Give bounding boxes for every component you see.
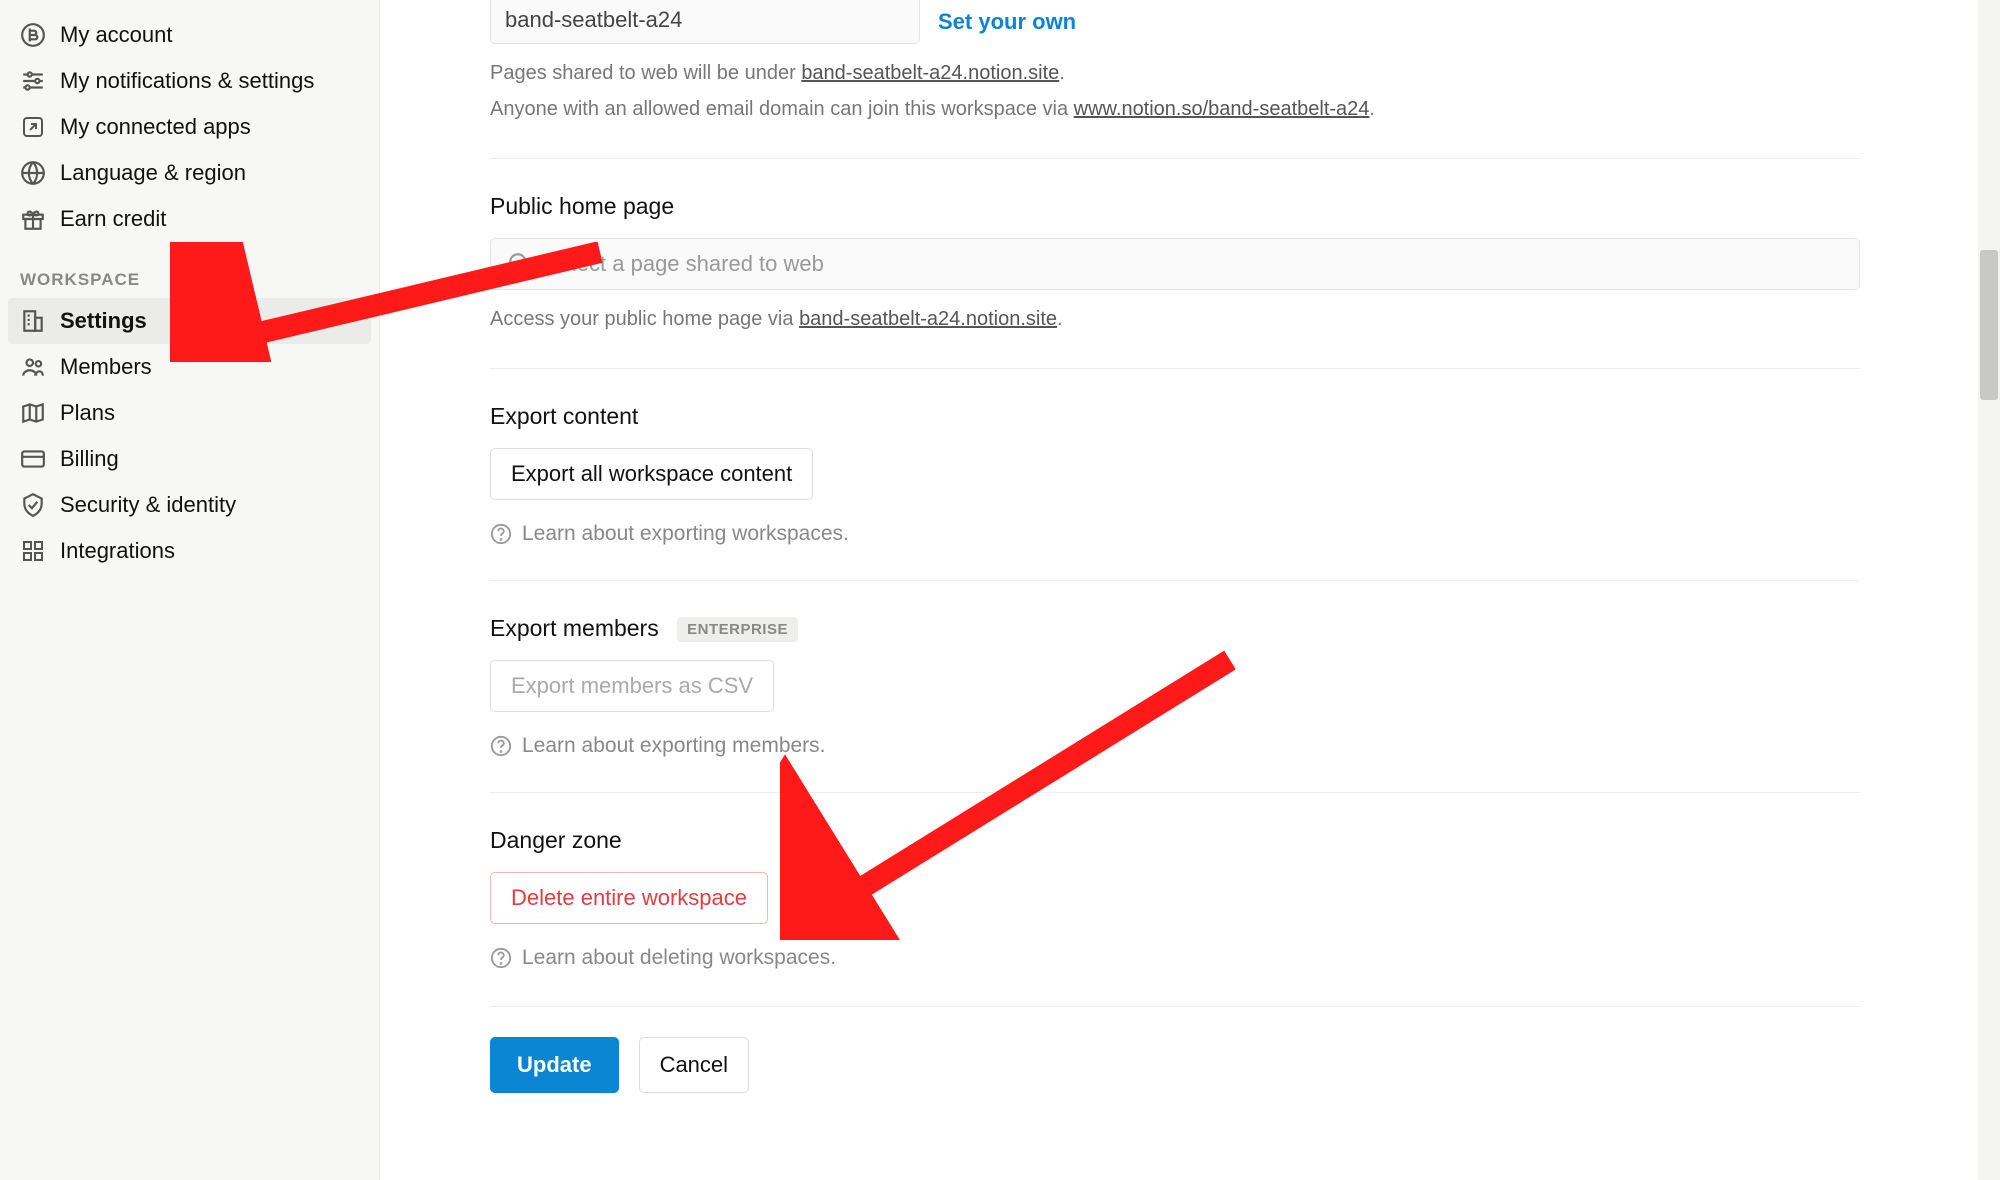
export-members-button[interactable]: Export members as CSV	[490, 660, 774, 712]
sidebar-item-security[interactable]: Security & identity	[8, 482, 371, 528]
export-content-heading: Export content	[490, 403, 1860, 430]
export-content-button[interactable]: Export all workspace content	[490, 448, 813, 500]
account-icon	[20, 22, 46, 48]
enterprise-badge: ENTERPRISE	[677, 617, 798, 642]
sidebar-item-label: Earn credit	[60, 206, 166, 232]
globe-icon	[20, 160, 46, 186]
export-members-help[interactable]: Learn about exporting members.	[490, 734, 1860, 758]
gift-icon	[20, 206, 46, 232]
sidebar-item-notifications[interactable]: My notifications & settings	[8, 58, 371, 104]
sidebar-item-settings[interactable]: Settings	[8, 298, 371, 344]
danger-help[interactable]: Learn about deleting workspaces.	[490, 946, 1860, 970]
cancel-button[interactable]: Cancel	[639, 1037, 749, 1093]
sidebar-item-my-account[interactable]: My account	[8, 12, 371, 58]
footer: Update Cancel	[490, 1006, 1860, 1123]
external-link-icon	[20, 114, 46, 140]
public-home-desc: Access your public home page via band-se…	[490, 304, 1860, 334]
sidebar-section-workspace: Workspace	[8, 242, 371, 298]
public-home-input[interactable]	[545, 251, 1843, 277]
danger-zone-section: Danger zone Delete entire workspace Lear…	[490, 792, 1860, 970]
domain-join-link[interactable]: www.notion.so/band-seatbelt-a24	[1074, 98, 1370, 120]
sidebar-item-label: Settings	[60, 308, 147, 334]
sidebar-item-label: Billing	[60, 446, 119, 472]
sidebar-item-label: Integrations	[60, 538, 175, 564]
danger-zone-heading: Danger zone	[490, 827, 1860, 854]
export-members-heading: Export members ENTERPRISE	[490, 615, 1860, 642]
sidebar-item-billing[interactable]: Billing	[8, 436, 371, 482]
sidebar-item-members[interactable]: Members	[8, 344, 371, 390]
sliders-icon	[20, 68, 46, 94]
public-home-search[interactable]	[490, 238, 1860, 290]
export-content-section: Export content Export all workspace cont…	[490, 368, 1860, 546]
domain-desc-1: Pages shared to web will be under band-s…	[490, 58, 1860, 88]
map-icon	[20, 400, 46, 426]
sidebar-item-connected-apps[interactable]: My connected apps	[8, 104, 371, 150]
export-content-help[interactable]: Learn about exporting workspaces.	[490, 522, 1860, 546]
help-icon	[490, 523, 512, 545]
sidebar-item-integrations[interactable]: Integrations	[8, 528, 371, 574]
export-members-section: Export members ENTERPRISE Export members…	[490, 580, 1860, 758]
domain-input[interactable]	[490, 0, 920, 44]
delete-workspace-button[interactable]: Delete entire workspace	[490, 872, 768, 924]
sidebar: My account My notifications & settings M…	[0, 0, 380, 1180]
sidebar-item-language[interactable]: Language & region	[8, 150, 371, 196]
sidebar-item-label: Members	[60, 354, 152, 380]
building-icon	[20, 308, 46, 334]
main-panel: Set your own Pages shared to web will be…	[380, 0, 2000, 1180]
sidebar-item-plans[interactable]: Plans	[8, 390, 371, 436]
credit-card-icon	[20, 446, 46, 472]
sidebar-item-label: My connected apps	[60, 114, 251, 140]
update-button[interactable]: Update	[490, 1037, 619, 1093]
domain-site-link[interactable]: band-seatbelt-a24.notion.site	[801, 62, 1059, 84]
help-icon	[490, 735, 512, 757]
grid-icon	[20, 538, 46, 564]
sidebar-item-label: My notifications & settings	[60, 68, 314, 94]
scrollbar[interactable]	[1978, 0, 2000, 1180]
domain-desc-2: Anyone with an allowed email domain can …	[490, 94, 1860, 124]
search-icon	[507, 251, 533, 277]
help-icon	[490, 947, 512, 969]
set-your-own-link[interactable]: Set your own	[938, 9, 1076, 35]
sidebar-item-label: Security & identity	[60, 492, 236, 518]
public-home-section: Public home page Access your public home…	[490, 158, 1860, 334]
sidebar-item-label: Plans	[60, 400, 115, 426]
public-home-link[interactable]: band-seatbelt-a24.notion.site	[799, 308, 1057, 330]
scrollbar-thumb[interactable]	[1980, 250, 1998, 400]
sidebar-item-label: My account	[60, 22, 173, 48]
people-icon	[20, 354, 46, 380]
shield-icon	[20, 492, 46, 518]
public-home-heading: Public home page	[490, 193, 1860, 220]
sidebar-item-earn-credit[interactable]: Earn credit	[8, 196, 371, 242]
sidebar-item-label: Language & region	[60, 160, 246, 186]
